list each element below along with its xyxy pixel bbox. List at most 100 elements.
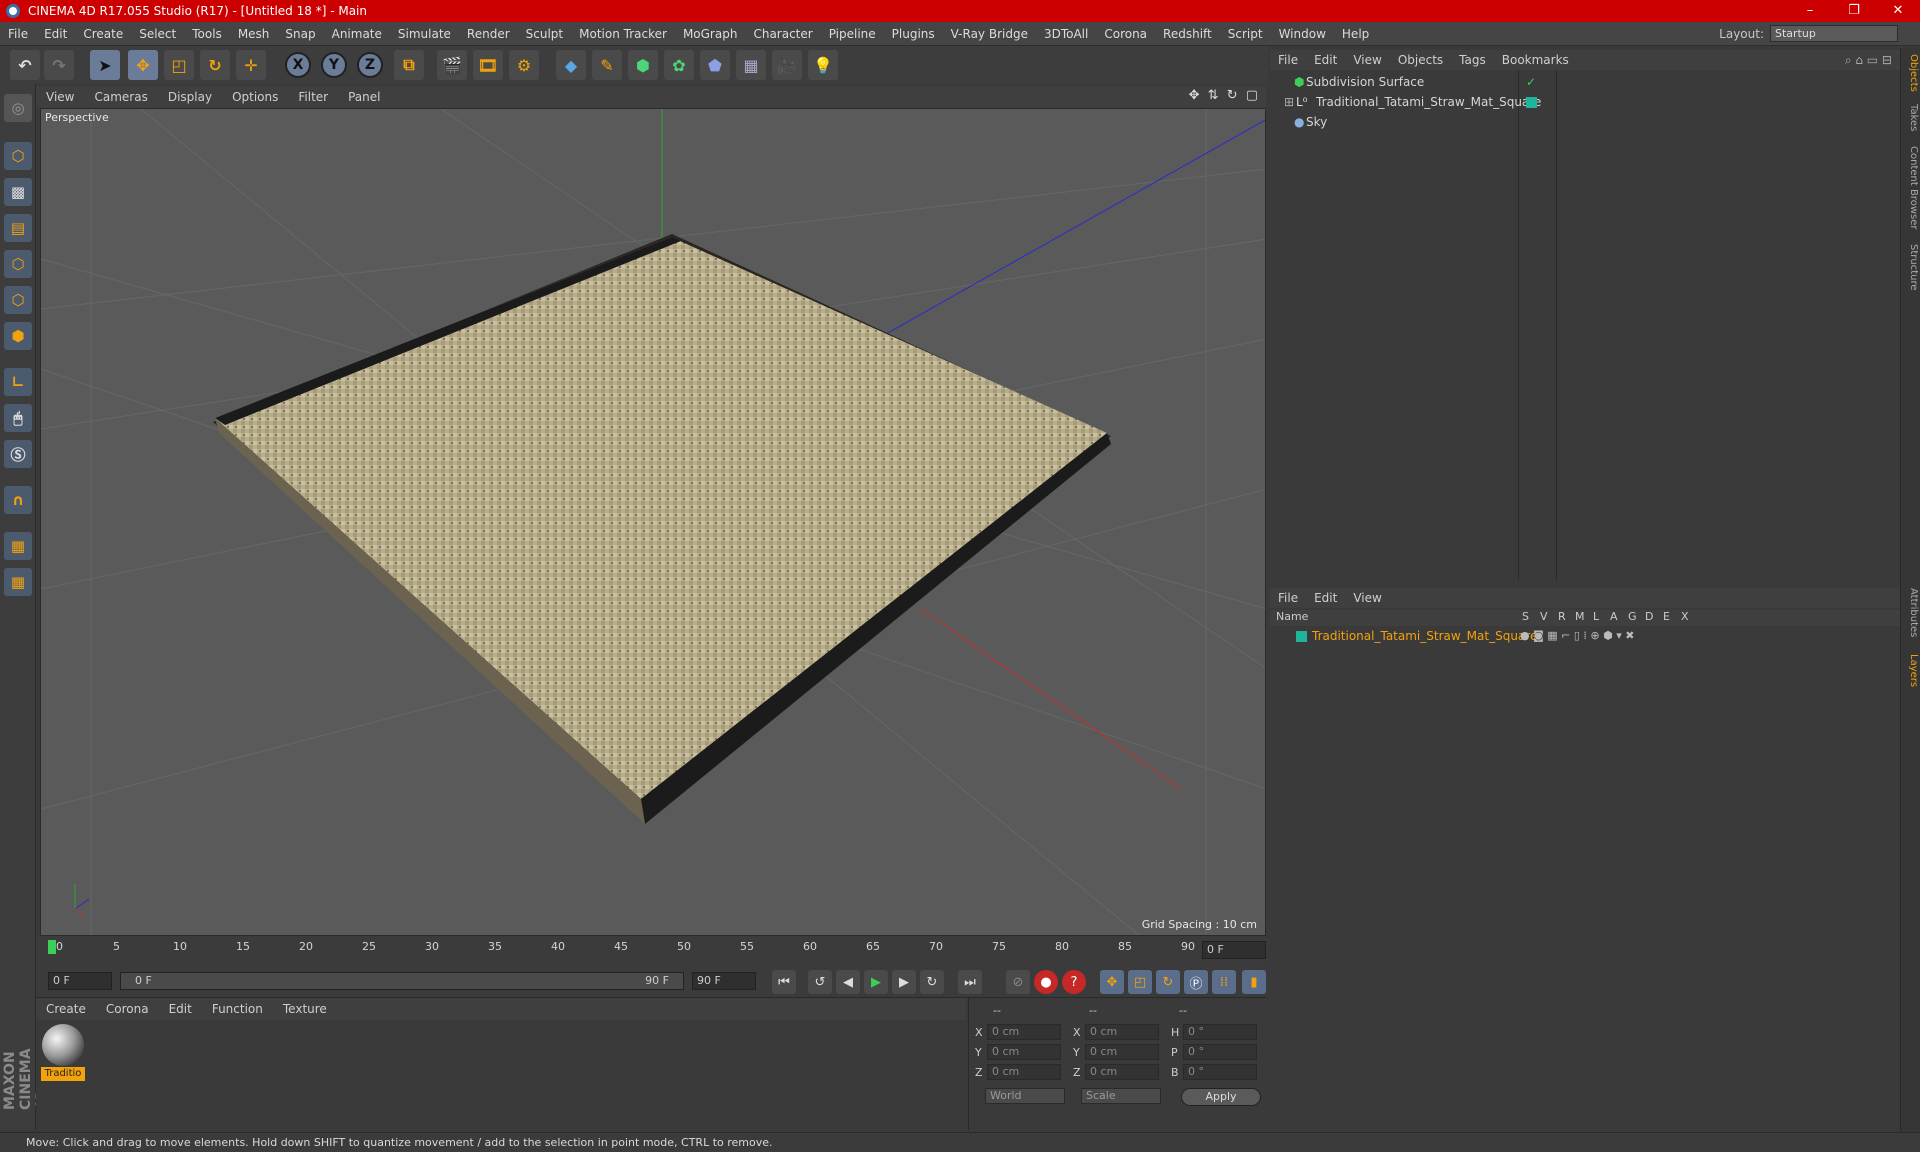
material-label[interactable]: Traditio	[41, 1067, 85, 1081]
menu-mograph[interactable]: MoGraph	[675, 27, 746, 41]
render-picture-viewer-icon[interactable]: 🎞	[473, 50, 503, 80]
world-select[interactable]: World	[985, 1088, 1065, 1104]
parameter-key-icon[interactable]: Ⓟ	[1184, 970, 1208, 994]
rot-p-field[interactable]: 0 °	[1183, 1044, 1257, 1060]
scale-select[interactable]: Scale	[1081, 1088, 1161, 1104]
menu-corona[interactable]: Corona	[1096, 27, 1155, 41]
object-row-tatami[interactable]: ⊞ L⁰ Traditional_Tatami_Straw_Mat_Square	[1270, 92, 1900, 112]
layer-name[interactable]: Traditional_Tatami_Straw_Mat_Square	[1312, 626, 1537, 646]
viewport-menu-panel[interactable]: Panel	[338, 90, 390, 104]
tab-layers[interactable]: Layers	[1903, 654, 1919, 687]
move-tool-icon[interactable]: ✥	[128, 50, 158, 80]
viewport-menu-cameras[interactable]: Cameras	[84, 90, 157, 104]
next-key-icon[interactable]: ↻	[920, 970, 944, 994]
coordinate-system-icon[interactable]: ⧉	[394, 50, 424, 80]
object-row-subdivision[interactable]: ⬢ Subdivision Surface ✓	[1270, 72, 1900, 92]
layout-select[interactable]: Startup	[1770, 25, 1898, 42]
layer-menu-edit[interactable]: Edit	[1306, 591, 1345, 605]
object-row-sky[interactable]: ● Sky	[1270, 112, 1900, 132]
record-keys-disabled-icon[interactable]: ⊘	[1006, 970, 1030, 994]
camera-icon[interactable]: 🎥	[772, 50, 802, 80]
search-icon[interactable]: ⌕ ⌂ ▭ ⊟	[1845, 53, 1892, 68]
material-menu-edit[interactable]: Edit	[159, 1002, 202, 1016]
menu-vray-bridge[interactable]: V-Ray Bridge	[943, 27, 1036, 41]
menu-snap[interactable]: Snap	[277, 27, 323, 41]
locked-workplane-icon[interactable]: ▦	[4, 532, 32, 560]
perspective-viewport[interactable]: Perspective Grid Spacing : 10 cm	[40, 108, 1266, 936]
menu-character[interactable]: Character	[745, 27, 820, 41]
menu-window[interactable]: Window	[1271, 27, 1334, 41]
material-menu-create[interactable]: Create	[36, 1002, 96, 1016]
select-tool-icon[interactable]: ➤	[90, 50, 120, 80]
layer-flag-icons[interactable]: ● ◙ ▦ ⌐ ▯ ⁞ ⊕ ⬢ ▾ ✖	[1520, 626, 1634, 646]
menu-3dtoall[interactable]: 3DToAll	[1036, 27, 1096, 41]
pos-x-field[interactable]: 0 cm	[987, 1024, 1061, 1040]
timeline-window-icon[interactable]: ▮	[1242, 970, 1266, 994]
previous-key-icon[interactable]: ↺	[808, 970, 832, 994]
last-tool-icon[interactable]: ✛	[236, 50, 266, 80]
go-to-start-icon[interactable]: ⏮	[772, 970, 796, 994]
viewport-menu-options[interactable]: Options	[222, 90, 288, 104]
menu-simulate[interactable]: Simulate	[390, 27, 459, 41]
tab-objects[interactable]: Objects	[1903, 54, 1919, 92]
polygons-mode-icon[interactable]: ⬢	[4, 322, 32, 350]
pla-key-icon[interactable]: ⁞⁞	[1212, 970, 1236, 994]
viewport-menu-display[interactable]: Display	[158, 90, 222, 104]
menu-pipeline[interactable]: Pipeline	[821, 27, 884, 41]
layer-menu-file[interactable]: File	[1270, 591, 1306, 605]
pen-spline-icon[interactable]: ✎	[592, 50, 622, 80]
environment-icon[interactable]: ▦	[736, 50, 766, 80]
size-y-field[interactable]: 0 cm	[1085, 1044, 1159, 1060]
menu-animate[interactable]: Animate	[324, 27, 390, 41]
texture-mode-icon[interactable]: ▩	[4, 178, 32, 206]
render-settings-icon[interactable]: ⚙	[509, 50, 539, 80]
axis-mode-icon[interactable]: ∟	[4, 368, 32, 396]
menu-motion-tracker[interactable]: Motion Tracker	[571, 27, 675, 41]
material-menu-function[interactable]: Function	[202, 1002, 273, 1016]
rot-b-field[interactable]: 0 °	[1183, 1064, 1257, 1080]
redo-icon[interactable]: ↷	[44, 50, 74, 80]
material-menu-corona[interactable]: Corona	[96, 1002, 159, 1016]
rotate-tool-icon[interactable]: ↻	[200, 50, 230, 80]
pos-z-field[interactable]: 0 cm	[987, 1064, 1061, 1080]
undo-icon[interactable]: ↶	[10, 50, 40, 80]
menu-create[interactable]: Create	[75, 27, 131, 41]
menu-render[interactable]: Render	[459, 27, 518, 41]
rot-h-field[interactable]: 0 °	[1183, 1024, 1257, 1040]
menu-file[interactable]: File	[0, 27, 36, 41]
material-menu-texture[interactable]: Texture	[273, 1002, 337, 1016]
points-mode-icon[interactable]: ⬡	[4, 250, 32, 278]
edges-mode-icon[interactable]: ⬡	[4, 286, 32, 314]
menu-help[interactable]: Help	[1334, 27, 1377, 41]
menu-sculpt[interactable]: Sculpt	[518, 27, 571, 41]
rotation-key-icon[interactable]: ↻	[1156, 970, 1180, 994]
viewport-navigation-icons[interactable]: ✥ ⇅ ↻ ▢	[1189, 88, 1260, 103]
restore-button[interactable]: ❐	[1832, 0, 1876, 22]
play-icon[interactable]: ▶	[864, 970, 888, 994]
render-view-icon[interactable]: 🎬	[437, 50, 467, 80]
layer-color-swatch[interactable]	[1296, 631, 1307, 642]
menu-select[interactable]: Select	[131, 27, 184, 41]
subdivision-icon[interactable]: ⬢	[628, 50, 658, 80]
position-key-icon[interactable]: ✥	[1100, 970, 1124, 994]
viewport-menu-filter[interactable]: Filter	[288, 90, 338, 104]
tab-attributes[interactable]: Attributes	[1903, 588, 1919, 637]
axis-y-button[interactable]: Y	[321, 52, 347, 78]
object-menu-bookmarks[interactable]: Bookmarks	[1494, 53, 1577, 67]
enabled-check-icon[interactable]: ✓	[1526, 72, 1536, 92]
tab-takes[interactable]: Takes	[1903, 104, 1919, 131]
axis-x-button[interactable]: X	[285, 52, 311, 78]
close-button[interactable]: ✕	[1876, 0, 1920, 22]
snapping-icon[interactable]: Ⓢ	[4, 440, 32, 468]
workplane-icon[interactable]: ▤	[4, 214, 32, 242]
scale-key-icon[interactable]: ◰	[1128, 970, 1152, 994]
menu-script[interactable]: Script	[1220, 27, 1271, 41]
object-menu-file[interactable]: File	[1270, 53, 1306, 67]
tweak-mode-icon[interactable]: 🖱	[4, 404, 32, 432]
deformer-icon[interactable]: ⬟	[700, 50, 730, 80]
magnet-icon[interactable]: ∩	[4, 486, 32, 514]
material-preview-icon[interactable]	[42, 1024, 84, 1066]
object-menu-view[interactable]: View	[1345, 53, 1389, 67]
size-z-field[interactable]: 0 cm	[1085, 1064, 1159, 1080]
light-icon[interactable]: 💡	[808, 50, 838, 80]
